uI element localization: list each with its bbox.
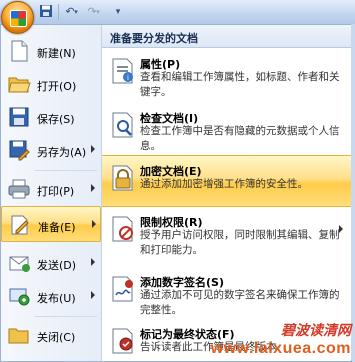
restrict-permission-icon: [110, 215, 136, 243]
save-as-icon: [7, 138, 31, 162]
submenu-arrow-icon: [92, 220, 96, 228]
submenu-arrow-icon: [91, 258, 95, 266]
panel-item-inspect[interactable]: 检查文档(I) 检查工作簿中是否有隐藏的元数据或个人信息。: [102, 107, 351, 152]
encrypt-lock-icon: [110, 164, 136, 192]
open-folder-icon: [7, 72, 31, 96]
svg-text:i: i: [127, 74, 129, 82]
watermark-url-text: www.laixuea.com: [210, 340, 351, 357]
redo-dropdown-icon[interactable]: ▾: [94, 4, 102, 20]
menu-item-label: 关闭(C): [37, 331, 76, 344]
title-bar: ↶ ▾ ↷ ▾ ▾: [0, 0, 355, 25]
panel-item-encrypt[interactable]: 加密文档(E) 通过添加加密增强工作簿的安全性。: [102, 155, 351, 207]
save-icon[interactable]: [38, 4, 54, 20]
submenu-arrow-icon: [91, 184, 95, 192]
panel-item-properties[interactable]: i 属性(P) 查看和编辑工作簿属性，如标题、作者和关键字。: [102, 53, 351, 98]
save-disk-icon: [7, 105, 31, 129]
menu-divider: [35, 170, 97, 171]
menu-item-publish[interactable]: 发布(U): [1, 280, 101, 313]
watermark-cn-text: 碧波读清网: [281, 323, 351, 339]
submenu-arrow-icon: [91, 291, 95, 299]
menu-item-label: 发布(U): [37, 292, 76, 305]
panel-header: 准备要分发的文档: [102, 25, 351, 48]
menu-left-column: 新建(N) 打开(O) 保存(S) 另存为(A) 打印(P) 准备(E) 发送(…: [1, 25, 102, 361]
menu-item-new[interactable]: 新建(N): [1, 35, 101, 68]
new-document-icon: [7, 39, 31, 63]
menu-item-label: 打开(O): [37, 80, 77, 93]
panel-item-desc: 授予用户访问权限，同时限制其编辑、复制和打印能力。: [140, 229, 340, 256]
panel-item-signature[interactable]: 添加数字签名(S) 通过添加不可见的数字签名来确保工作簿的完整性。: [102, 271, 351, 319]
menu-item-label: 新建(N): [37, 47, 76, 60]
customize-qat-icon[interactable]: ▾: [110, 4, 126, 20]
digital-signature-icon: [110, 275, 136, 303]
menu-item-print[interactable]: 打印(P): [1, 173, 101, 206]
menu-item-label: 打印(P): [37, 185, 75, 198]
qat-separator: [58, 4, 59, 20]
prepare-icon: [8, 213, 32, 237]
office-menu: 新建(N) 打开(O) 保存(S) 另存为(A) 打印(P) 准备(E) 发送(…: [0, 24, 352, 362]
mark-final-icon: [110, 327, 136, 355]
menu-item-send[interactable]: 发送(D): [1, 247, 101, 280]
close-folder-icon: [7, 323, 31, 347]
office-button[interactable]: [1, 1, 34, 34]
menu-item-label: 准备(E): [38, 221, 76, 234]
panel-header-text: 准备要分发的文档: [110, 32, 198, 45]
menu-item-label: 发送(D): [37, 259, 77, 272]
send-icon: [7, 251, 31, 275]
submenu-arrow-icon: [339, 225, 343, 233]
window-edge: [351, 24, 355, 360]
menu-item-save[interactable]: 保存(S): [1, 101, 101, 134]
menu-item-close[interactable]: 关闭(C): [1, 319, 101, 352]
menu-item-label: 保存(S): [37, 113, 75, 126]
panel-item-desc: 通过添加加密增强工作簿的安全性。: [140, 178, 308, 190]
office-logo-icon: [10, 10, 27, 27]
panel-item-desc: 检查工作簿中是否有隐藏的元数据或个人信息。: [140, 125, 340, 152]
watermark: 碧波读清网 www.laixuea.com: [211, 320, 351, 358]
menu-item-save-as[interactable]: 另存为(A): [1, 134, 101, 167]
menu-item-open[interactable]: 打开(O): [1, 68, 101, 101]
publish-icon: [7, 284, 31, 308]
inspect-document-icon: [110, 111, 136, 139]
submenu-arrow-icon: [91, 145, 95, 153]
prepare-submenu-panel: 准备要分发的文档 i 属性(P) 查看和编辑工作簿属性，如标题、作者和关键字。 …: [102, 25, 351, 361]
panel-item-desc: 通过添加不可见的数字签名来确保工作簿的完整性。: [140, 289, 340, 316]
properties-icon: i: [110, 57, 136, 85]
menu-item-label: 另存为(A): [37, 146, 87, 159]
undo-dropdown-icon[interactable]: ▾: [72, 4, 80, 20]
panel-item-restrict[interactable]: 限制权限(R) 授予用户访问权限，同时限制其编辑、复制和打印能力。: [102, 211, 351, 267]
menu-item-prepare[interactable]: 准备(E): [1, 206, 101, 242]
panel-item-desc: 查看和编辑工作簿属性，如标题、作者和关键字。: [140, 71, 340, 98]
printer-icon: [7, 177, 31, 201]
menu-divider: [35, 316, 97, 317]
